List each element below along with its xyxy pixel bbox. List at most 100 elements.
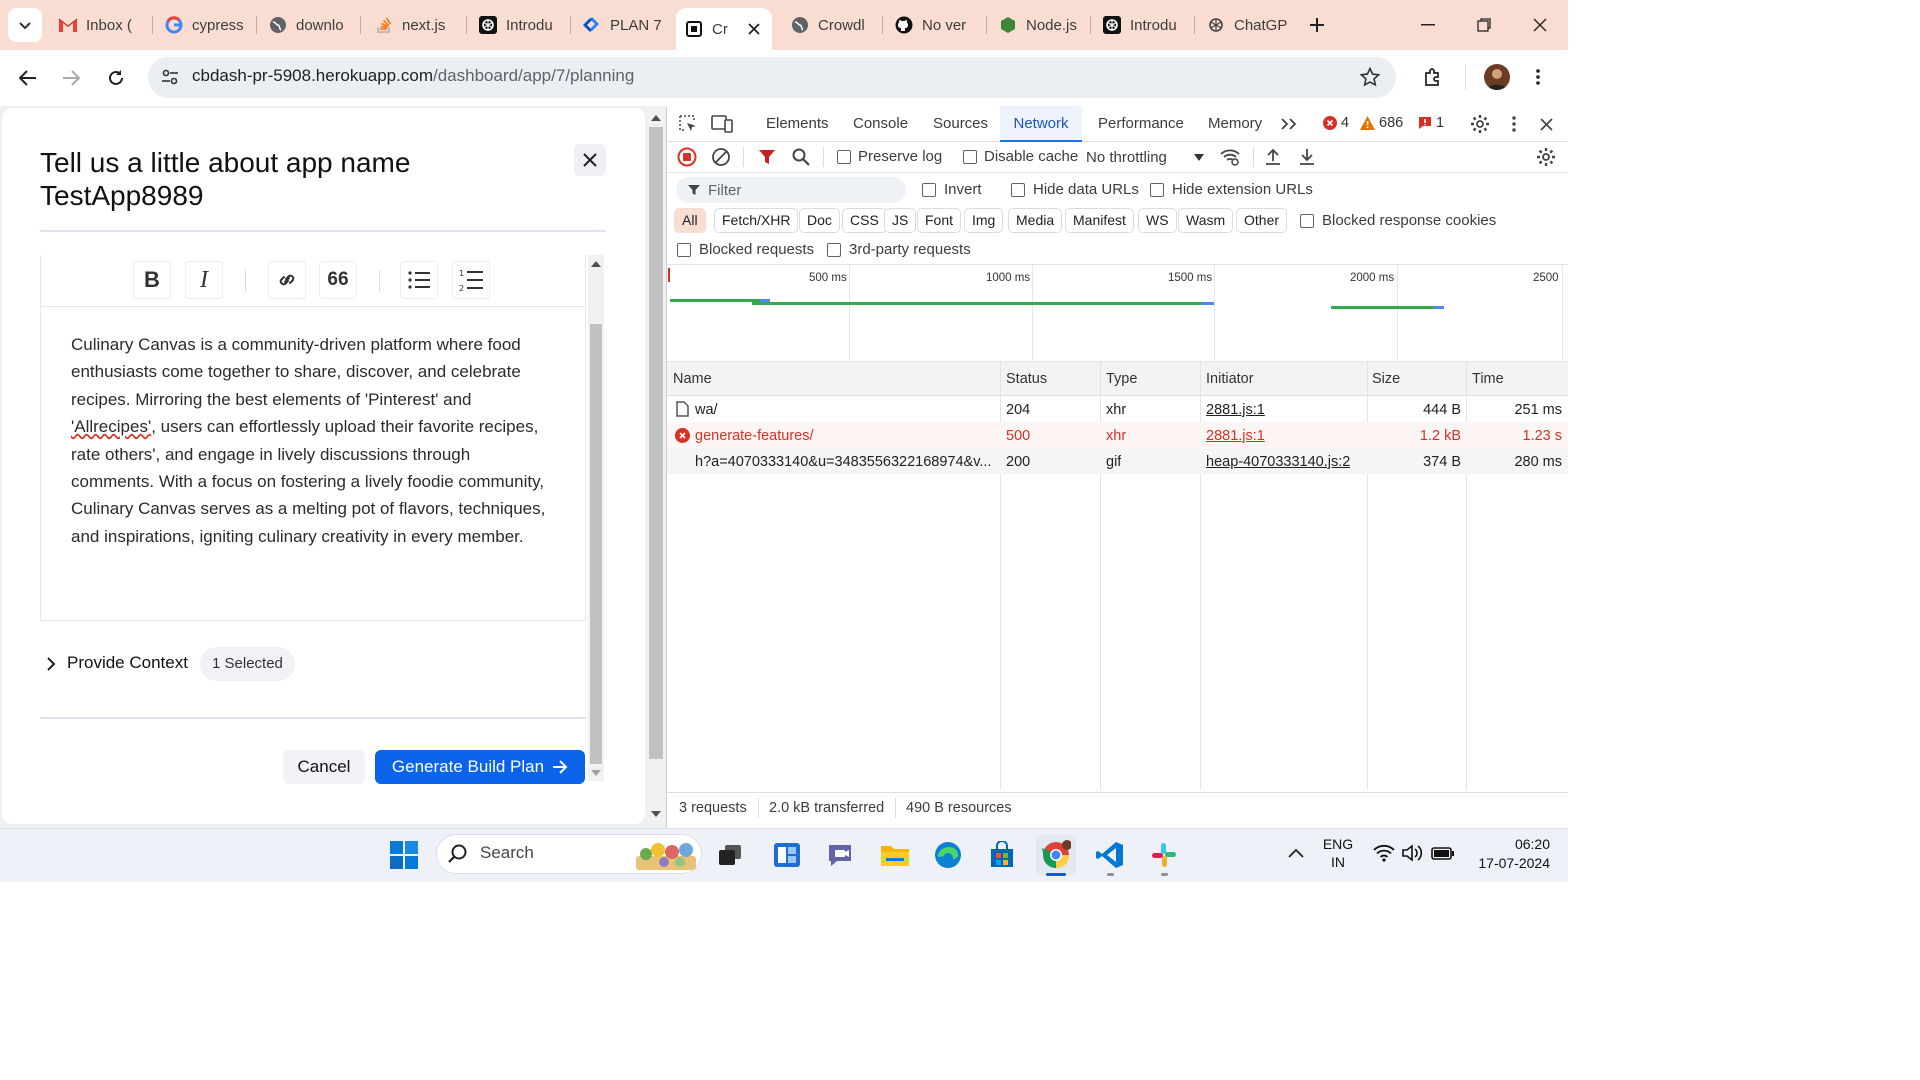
browser-tab[interactable]: Inbox ( [50,8,156,42]
invert-checkbox[interactable] [922,183,936,197]
browser-tab[interactable]: Introdu [470,8,570,42]
tab-search-button[interactable] [8,8,42,42]
battery-icon[interactable] [1430,842,1456,864]
widgets-icon[interactable] [767,835,807,875]
column-header-time[interactable]: Time [1472,371,1504,387]
scroll-up-arrow-icon[interactable] [589,257,603,271]
volume-icon[interactable] [1400,842,1424,864]
profile-avatar[interactable] [1484,64,1510,90]
bookmark-star-icon[interactable] [1356,63,1384,91]
close-modal-button[interactable] [574,144,606,176]
back-button[interactable] [12,62,44,94]
devtools-tab-console[interactable]: Console [853,106,908,142]
request-initiator-link[interactable]: 2881.js:1 [1206,402,1265,418]
browser-menu-icon[interactable] [1528,62,1548,92]
browser-tab-active[interactable]: Cr [676,8,772,50]
editor-scrollbar-thumb[interactable] [590,324,602,764]
browser-tab[interactable]: ChatGP [1198,8,1294,42]
warning-count[interactable]: 686 [1360,115,1403,131]
input-language-indicator[interactable]: ENG IN [1318,835,1358,871]
devtools-tab-elements[interactable]: Elements [766,106,829,142]
import-har-icon[interactable] [1262,146,1284,168]
italic-button[interactable]: I [185,261,223,299]
extensions-icon[interactable] [1418,62,1448,92]
close-tab-icon[interactable] [744,19,764,39]
type-filter-css[interactable]: CSS [842,208,887,233]
column-header-size[interactable]: Size [1372,371,1400,387]
browser-tab[interactable]: PLAN 7 [574,8,674,42]
type-filter-img[interactable]: Img [964,208,1004,233]
editor-content[interactable]: Culinary Canvas is a community-driven pl… [71,331,555,550]
devtools-tab-network[interactable]: Network [1000,106,1082,142]
slack-icon[interactable] [1144,835,1184,875]
new-tab-button[interactable] [1302,10,1332,40]
export-har-icon[interactable] [1296,146,1318,168]
type-filter-ws[interactable]: WS [1138,208,1177,233]
clear-log-icon[interactable] [710,146,732,168]
page-scroll-down-icon[interactable] [650,808,662,820]
blocked-requests-checkbox[interactable] [677,243,691,257]
forward-button[interactable] [55,62,87,94]
search-icon[interactable] [790,146,812,168]
devtools-settings-icon[interactable] [1468,112,1492,136]
more-tabs-icon[interactable] [1278,112,1300,136]
scroll-down-arrow-icon[interactable] [589,766,603,780]
windows-start-icon[interactable] [384,835,424,875]
type-filter-doc[interactable]: Doc [799,208,840,233]
browser-tab[interactable]: downlo [260,8,360,42]
close-window-button[interactable] [1520,8,1560,42]
generate-build-plan-button[interactable]: Generate Build Plan [375,750,585,784]
inspect-element-icon[interactable] [676,112,700,136]
network-settings-icon[interactable] [1534,146,1558,168]
blocked-cookies-checkbox[interactable] [1300,214,1314,228]
browser-tab[interactable]: cypress [156,8,256,42]
type-filter-other[interactable]: Other [1236,208,1288,233]
network-overview[interactable] [667,264,1568,362]
page-scroll-up-icon[interactable] [650,112,662,124]
type-filter-font[interactable]: Font [917,208,962,233]
error-count[interactable]: 4 [1323,115,1349,131]
cancel-button[interactable]: Cancel [283,750,365,784]
device-toggle-icon[interactable] [710,112,734,136]
chevron-right-icon[interactable] [42,654,60,674]
browser-tab[interactable]: Node.js [990,8,1090,42]
third-party-checkbox[interactable] [827,243,841,257]
browser-tab[interactable]: Introdu [1094,8,1194,42]
provide-context-toggle[interactable]: Provide Context [67,653,188,673]
hide-data-urls-checkbox[interactable] [1011,183,1025,197]
taskbar-clock[interactable]: 06:20 17-07-2024 [1470,835,1550,873]
numbered-list-button[interactable]: 12 [452,261,490,299]
devtools-tab-memory[interactable]: Memory [1208,106,1262,142]
quote-button[interactable]: 66 [319,261,357,299]
type-filter-wasm[interactable]: Wasm [1178,208,1234,233]
chrome-icon[interactable] [1036,835,1076,875]
microsoft-store-icon[interactable] [982,835,1022,875]
bullet-list-button[interactable] [400,261,438,299]
site-info-icon[interactable] [156,63,184,91]
filter-funnel-icon[interactable] [756,146,778,168]
filter-input[interactable]: Filter [676,177,906,203]
request-initiator-link[interactable]: heap-4070333140.js:2 [1206,454,1350,470]
record-stop-icon[interactable] [676,146,698,168]
type-filter-js[interactable]: JS [884,208,917,233]
devtools-tab-performance[interactable]: Performance [1098,106,1184,142]
disable-cache-checkbox[interactable] [963,150,977,164]
preserve-log-checkbox[interactable] [837,150,851,164]
task-view-icon[interactable] [710,835,750,875]
column-header-type[interactable]: Type [1106,371,1137,387]
vscode-icon[interactable] [1090,835,1130,875]
issues-count[interactable]: 1 [1418,115,1444,131]
throttling-select[interactable]: No throttling [1086,146,1204,168]
devtools-tab-sources[interactable]: Sources [933,106,988,142]
browser-tab[interactable]: Crowdl [782,8,882,42]
edge-browser-icon[interactable] [928,835,968,875]
type-filter-all[interactable]: All [674,208,706,233]
link-button[interactable] [268,261,306,299]
request-initiator-link[interactable]: 2881.js:1 [1206,428,1265,444]
show-hidden-icons-chevron-icon[interactable] [1284,842,1308,864]
reload-button[interactable] [100,62,132,94]
minimize-window-button[interactable] [1408,8,1448,42]
devtools-close-icon[interactable] [1536,112,1556,136]
restore-window-button[interactable] [1464,8,1504,42]
teams-chat-icon[interactable] [820,835,860,875]
